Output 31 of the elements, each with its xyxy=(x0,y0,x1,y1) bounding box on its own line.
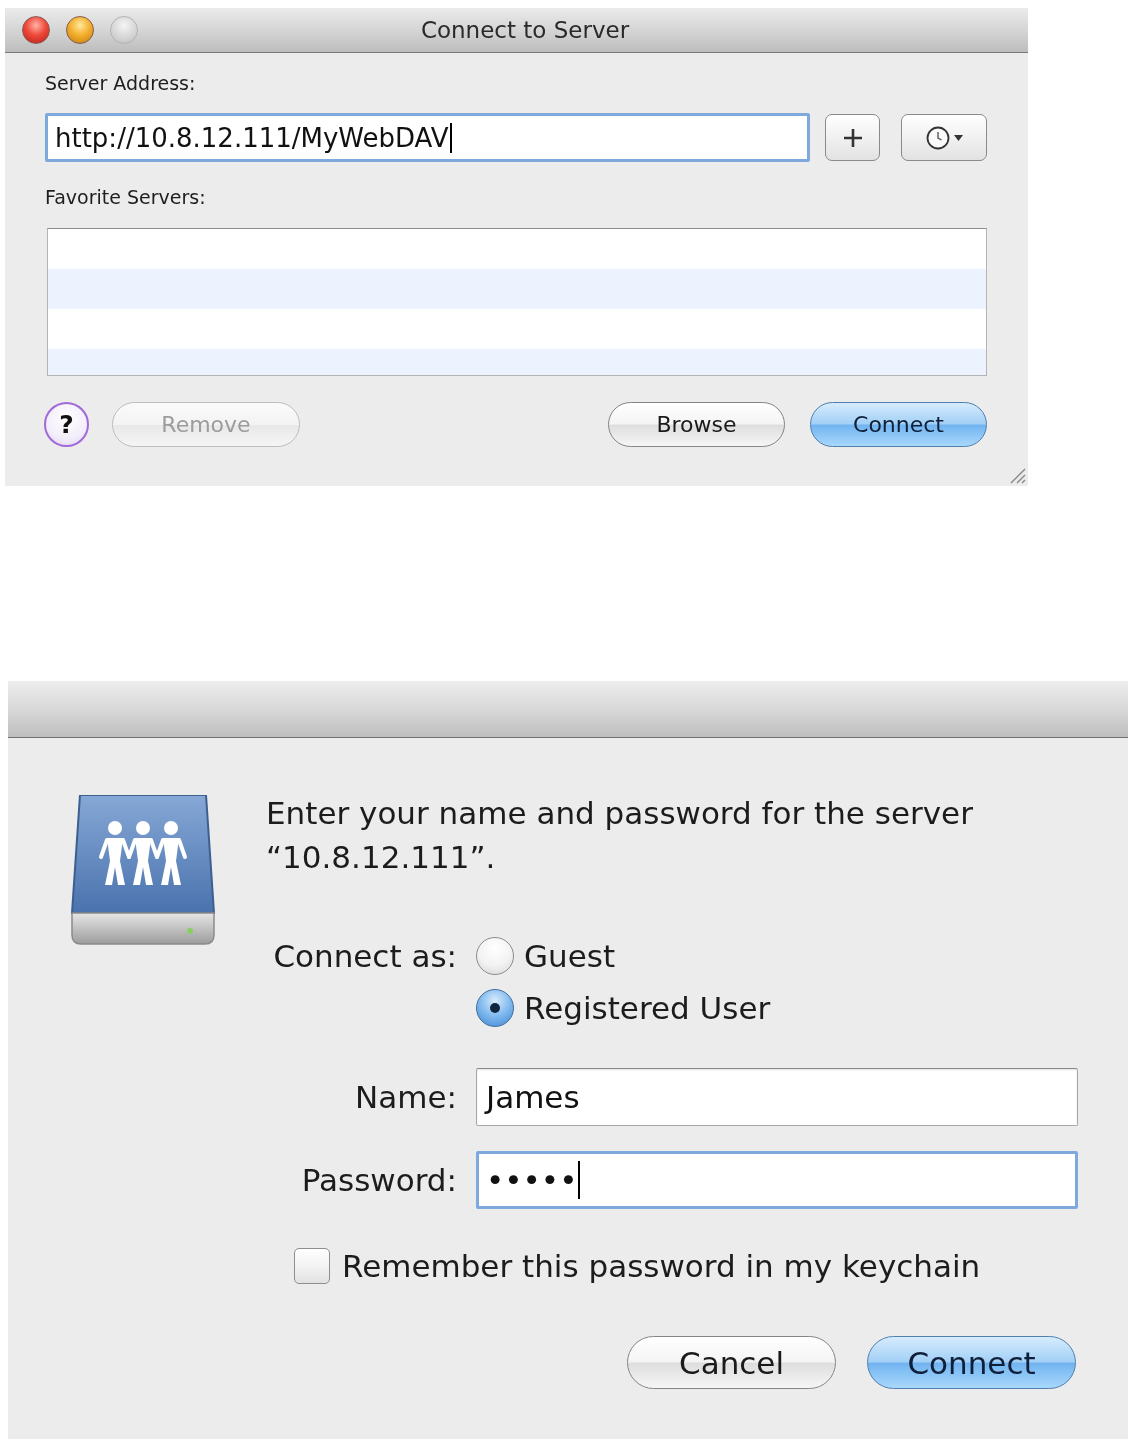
field-label: Server Address: xyxy=(45,71,197,95)
radio-button[interactable] xyxy=(476,989,514,1027)
address-field[interactable]: http://10.8.12.111/MyWebDAV xyxy=(45,113,810,162)
plus-icon xyxy=(842,127,863,148)
recent-servers-button[interactable] xyxy=(901,114,987,161)
push-button[interactable]: Connect xyxy=(810,402,987,447)
help-button[interactable]: ? xyxy=(44,402,89,447)
checkbox[interactable] xyxy=(294,1248,330,1284)
prompt-message: Enter your name and password for the server “10.8.12.111”. xyxy=(266,794,974,877)
clock-icon xyxy=(925,125,950,150)
push-button[interactable]: Browse xyxy=(608,402,785,447)
checkbox-label[interactable]: Remember this password in my keychain xyxy=(342,1248,981,1284)
radio-label[interactable]: Registered User xyxy=(524,990,771,1026)
radio-label[interactable]: Guest xyxy=(524,938,616,974)
push-button[interactable]: Cancel xyxy=(627,1336,836,1389)
add-button[interactable] xyxy=(825,114,880,161)
minimize-icon[interactable] xyxy=(66,16,94,44)
text-cursor-icon xyxy=(449,122,452,153)
field-label: Name: xyxy=(354,1078,457,1116)
field-label: Password: xyxy=(300,1161,457,1199)
input-field[interactable]: James xyxy=(476,1068,1078,1126)
push-button[interactable]: Connect xyxy=(867,1336,1076,1389)
close-icon[interactable] xyxy=(22,16,50,44)
window-title: Connect to Server xyxy=(420,17,630,43)
radio-button[interactable] xyxy=(476,937,514,975)
field-label: Connect as: xyxy=(272,937,457,975)
network-drive-icon xyxy=(70,795,216,945)
input-field[interactable]: ••••• xyxy=(476,1151,1078,1209)
field-label: Favorite Servers: xyxy=(45,185,207,209)
caret-icon xyxy=(953,134,963,141)
text-cursor-icon xyxy=(578,1161,581,1199)
